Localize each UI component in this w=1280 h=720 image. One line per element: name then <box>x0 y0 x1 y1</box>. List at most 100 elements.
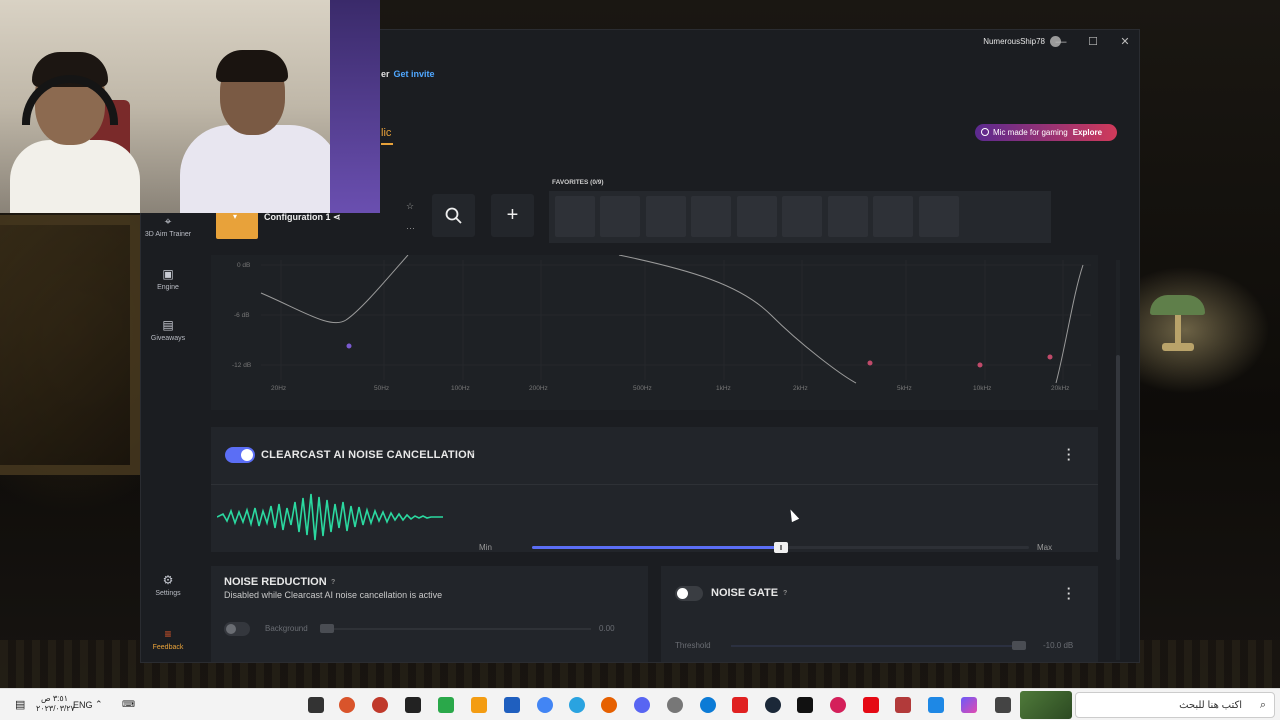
scrollbar-thumb[interactable] <box>1116 355 1120 560</box>
username-label[interactable]: NumerousShip78 <box>983 37 1045 46</box>
favorite-slot[interactable] <box>828 196 868 237</box>
youtube-icon[interactable] <box>732 697 748 713</box>
discord-icon[interactable] <box>634 697 650 713</box>
config-color-tile[interactable]: ▾ <box>216 210 258 239</box>
close-button[interactable]: ✕ <box>1117 34 1133 50</box>
share-icon[interactable]: ⋖ <box>333 212 341 222</box>
clearcast-toggle[interactable] <box>225 447 255 463</box>
app-icon-obs[interactable] <box>405 697 421 713</box>
app-icon-pink[interactable] <box>830 697 846 713</box>
favorite-slot[interactable] <box>782 196 822 237</box>
waveform-visualizer <box>217 493 443 541</box>
promo-banner[interactable]: Mic made for gaming Explore <box>975 124 1117 141</box>
favorite-slot[interactable] <box>737 196 777 237</box>
eq-x-label: 100Hz <box>451 385 470 392</box>
threshold-value: -10.0 dB <box>1043 641 1074 650</box>
notification-icon[interactable]: ▤ <box>15 698 25 711</box>
search-icon <box>445 207 462 224</box>
eq-y-label: 0 dB <box>237 262 251 269</box>
noise-gate-toggle[interactable] <box>675 586 703 601</box>
maximize-button[interactable]: ☐ <box>1085 34 1101 50</box>
firefox-icon[interactable] <box>601 697 617 713</box>
eq-x-label: 10kHz <box>973 385 992 392</box>
eq-x-label: 20Hz <box>271 385 287 392</box>
sidebar-item-feedback[interactable]: ≡ Feedback <box>141 628 195 652</box>
keyboard-icon[interactable]: ⌨ <box>122 699 135 710</box>
divider <box>211 484 1098 485</box>
threshold-slider[interactable] <box>731 645 1021 647</box>
slider-thumb[interactable] <box>773 542 788 553</box>
sidebar: ⌖ 3D Aim Trainer ▣ Engine ▤ Giveaways ⚙ … <box>141 210 195 662</box>
app-icon-browser[interactable] <box>339 697 355 713</box>
favorite-slot[interactable] <box>600 196 640 237</box>
sidebar-item-giveaways[interactable]: ▤ Giveaways <box>141 319 195 343</box>
help-icon[interactable]: ? <box>470 451 474 458</box>
help-icon[interactable]: ? <box>331 579 335 586</box>
more-options-icon[interactable]: ··· <box>406 223 415 233</box>
sidebar-item-settings[interactable]: ⚙ Settings <box>141 574 195 598</box>
star-icon[interactable]: ☆ <box>406 201 414 212</box>
app-icon-blue[interactable] <box>504 697 520 713</box>
slider-fill <box>532 546 781 549</box>
sidebar-item-label: Settings <box>155 590 181 597</box>
help-icon[interactable]: ? <box>783 590 787 597</box>
app-icon-a[interactable] <box>471 697 487 713</box>
noise-gate-panel: NOISE GATE ? · · · Threshold -10.0 dB <box>661 566 1098 662</box>
eq-x-label: 50Hz <box>374 385 390 392</box>
app-icon-dark-red[interactable] <box>895 697 911 713</box>
eq-x-label: 200Hz <box>529 385 548 392</box>
favorites-bar <box>549 191 1051 243</box>
gear-icon[interactable] <box>667 697 683 713</box>
clearcast-level-slider[interactable] <box>532 542 1029 553</box>
add-config-button[interactable]: + <box>491 194 534 237</box>
epic-games-icon[interactable] <box>797 697 813 713</box>
favorite-slot[interactable] <box>873 196 913 237</box>
mic-icon <box>981 128 989 136</box>
noise-reduction-toggle[interactable] <box>224 622 250 636</box>
favorite-slot[interactable] <box>919 196 959 237</box>
tab-active-partial[interactable]: lic <box>381 127 393 145</box>
eq-x-label: 20kHz <box>1051 385 1070 392</box>
netflix-icon[interactable] <box>863 697 879 713</box>
copilot-icon[interactable] <box>961 697 977 713</box>
chevron-up-icon[interactable]: ⌃ <box>95 699 103 710</box>
eq-graph[interactable]: 0 dB -6 dB -12 dB 20Hz 50Hz 100Hz 200Hz … <box>211 255 1098 410</box>
app-icon-red[interactable] <box>372 697 388 713</box>
edge-icon[interactable] <box>700 697 716 713</box>
chrome-icon[interactable] <box>537 697 553 713</box>
search-placeholder: اكتب هنا للبحث <box>1179 700 1242 711</box>
taskbar-search[interactable]: اكتب هنا للبحث ⌕ <box>1075 692 1275 718</box>
favorite-slot[interactable] <box>691 196 731 237</box>
sidebar-item-aim-trainer[interactable]: ⌖ 3D Aim Trainer <box>141 215 195 239</box>
taskbar: ▤ ٣:٥١ ص ٢٠٢٣/٠٣/٢٧ ENG ⌃ ⌨ اكتب هنا للب… <box>0 688 1280 720</box>
slider-min-label: Min <box>479 543 492 552</box>
app-icon-unreal[interactable] <box>308 697 324 713</box>
get-invite-link[interactable]: Get invite <box>394 69 435 79</box>
taskbar-clock[interactable]: ٣:٥١ ص ٢٠٢٣/٠٣/٢٧ <box>36 694 75 714</box>
sidebar-item-label: Giveaways <box>150 335 186 342</box>
explore-link[interactable]: Explore <box>1073 128 1102 137</box>
slider-thumb[interactable] <box>1012 641 1026 650</box>
task-view-icon[interactable] <box>995 697 1011 713</box>
sidebar-item-engine[interactable]: ▣ Engine <box>141 267 195 292</box>
search-button[interactable] <box>432 194 475 237</box>
background-label: Background <box>265 624 308 633</box>
engine-icon: ▣ <box>162 267 174 281</box>
telegram-icon[interactable] <box>569 697 585 713</box>
kebab-menu-icon[interactable]: · · · <box>1065 582 1073 605</box>
webcam-overlay <box>0 0 380 213</box>
sidebar-item-label: Feedback <box>152 644 184 651</box>
language-indicator[interactable]: ENG <box>73 700 93 710</box>
minimize-button[interactable]: — <box>1053 34 1069 50</box>
app-icon-xbox[interactable] <box>438 697 454 713</box>
config-name[interactable]: Configuration 1 ⋖ <box>264 212 341 223</box>
favorite-slot[interactable] <box>646 196 686 237</box>
eq-x-label: 500Hz <box>633 385 652 392</box>
favorite-slot[interactable] <box>555 196 595 237</box>
store-icon[interactable] <box>928 697 944 713</box>
invite-row: er Get invite <box>381 69 435 79</box>
promo-text: Mic made for gaming <box>993 128 1068 137</box>
steam-icon[interactable] <box>765 697 781 713</box>
search-highlight-image[interactable] <box>1020 691 1072 719</box>
kebab-menu-icon[interactable]: · · · <box>1065 443 1073 466</box>
